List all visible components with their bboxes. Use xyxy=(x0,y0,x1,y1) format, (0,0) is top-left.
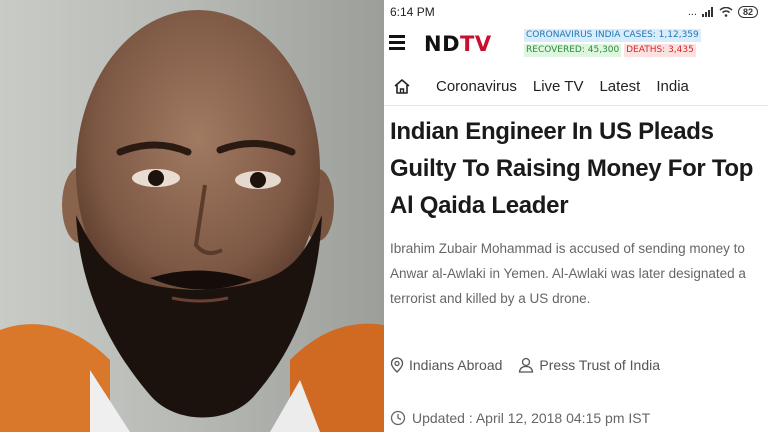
signal-icon xyxy=(701,7,713,17)
article-category[interactable]: Indians Abroad xyxy=(390,357,502,373)
article-summary: Ibrahim Zubair Mohammad is accused of se… xyxy=(390,241,746,306)
nav-item-coronavirus[interactable]: Coronavirus xyxy=(436,78,517,95)
covid-ticker[interactable]: CORONAVIRUS INDIA CASES: 1,12,359 RECOVE… xyxy=(524,29,701,57)
status-bar: 6:14 PM ... 82 xyxy=(384,0,768,24)
nav-item-india[interactable]: India xyxy=(656,78,689,95)
notification-dots: ... xyxy=(687,6,697,18)
category-label: Indians Abroad xyxy=(409,357,503,373)
phone-screen: 6:14 PM ... 82 NDTV CORONAVIRUS INDIA CA… xyxy=(384,0,768,432)
article-updated: Updated : April 12, 2018 04:15 pm IST xyxy=(390,410,650,426)
clock-icon xyxy=(390,410,406,426)
battery-indicator: 82 xyxy=(737,6,758,18)
status-time: 6:14 PM xyxy=(390,5,435,19)
article-meta: Indians Abroad Press Trust of India xyxy=(390,357,676,373)
logo-tv: TV xyxy=(460,32,492,56)
home-icon[interactable] xyxy=(384,78,420,95)
logo-nd: ND xyxy=(424,32,461,56)
nav-item-live-tv[interactable]: Live TV xyxy=(533,78,584,95)
app-header: NDTV CORONAVIRUS INDIA CASES: 1,12,359 R… xyxy=(384,24,768,64)
source-label: Press Trust of India xyxy=(539,357,661,373)
updated-label: Updated : April 12, 2018 04:15 pm IST xyxy=(412,410,651,426)
person-portrait xyxy=(0,0,384,432)
ndtv-logo[interactable]: NDTV xyxy=(424,32,492,56)
location-pin-icon xyxy=(390,357,404,373)
covid-recovered: RECOVERED: 45,300 xyxy=(524,44,622,57)
menu-icon[interactable] xyxy=(389,35,405,50)
mugshot-photo xyxy=(0,0,384,432)
person-icon xyxy=(519,357,534,373)
article-source[interactable]: Press Trust of India xyxy=(518,357,660,373)
covid-deaths: DEATHS: 3,435 xyxy=(624,44,696,57)
nav-bar: Coronavirus Live TV Latest India xyxy=(384,68,768,106)
nav-item-latest[interactable]: Latest xyxy=(599,78,640,95)
wifi-icon xyxy=(719,7,733,17)
article-headline[interactable]: Indian Engineer In US Pleads Guilty To R… xyxy=(390,113,762,224)
covid-cases: CORONAVIRUS INDIA CASES: 1,12,359 xyxy=(524,29,701,42)
status-icons: ... 82 xyxy=(688,6,758,18)
